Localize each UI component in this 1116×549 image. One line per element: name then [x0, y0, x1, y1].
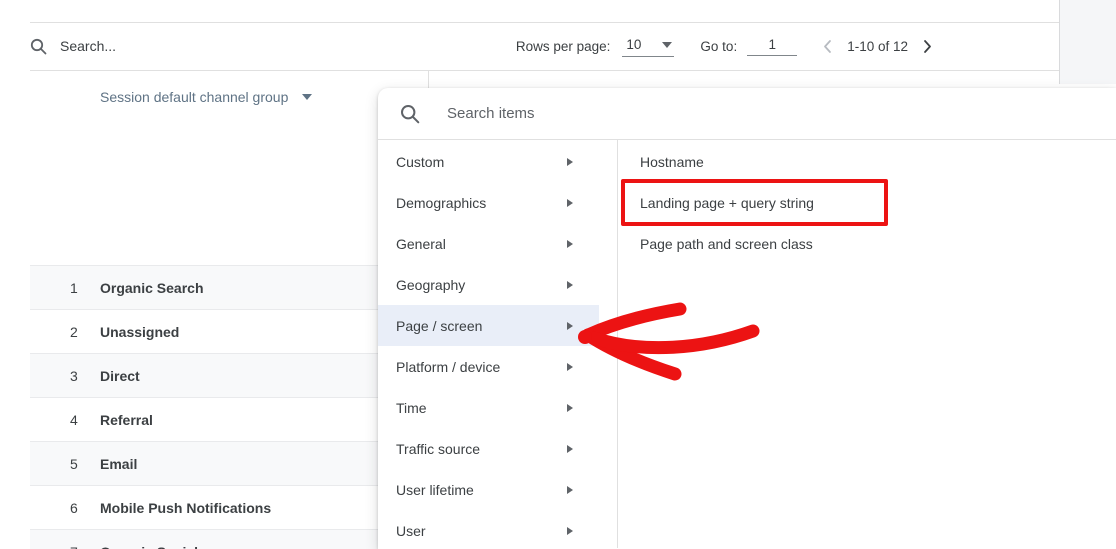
dimension-item-hostname[interactable]: Hostname	[618, 141, 1116, 182]
channel-name: Organic Social	[100, 544, 198, 549]
category-label: User lifetime	[396, 481, 474, 498]
pagination: Rows per page: 10 Go to: 1-10 of 12	[516, 22, 940, 70]
dimension-item-label: Page path and screen class	[640, 235, 813, 252]
category-general[interactable]: General	[378, 223, 599, 264]
category-geography[interactable]: Geography	[378, 264, 599, 305]
table-row: 6 Mobile Push Notifications	[30, 485, 378, 529]
category-time[interactable]: Time	[378, 387, 599, 428]
rows-per-page-select[interactable]: 10	[622, 35, 675, 57]
table-row: 1 Organic Search	[30, 265, 378, 309]
category-platform-device[interactable]: Platform / device	[378, 346, 599, 387]
dimension-picker-body: Custom Demographics General Geography Pa…	[378, 140, 1116, 548]
category-label: Demographics	[396, 194, 487, 211]
channel-name: Unassigned	[100, 323, 180, 340]
dimension-picker-panel: Custom Demographics General Geography Pa…	[378, 88, 1116, 549]
column-divider	[428, 70, 429, 89]
dimension-search[interactable]	[378, 88, 1116, 140]
category-label: Time	[396, 399, 427, 416]
channel-name: Mobile Push Notifications	[100, 499, 272, 516]
row-index: 4	[70, 411, 78, 428]
search-icon	[401, 104, 420, 123]
row-index: 1	[70, 279, 78, 296]
row-index: 6	[70, 499, 78, 516]
chevron-down-icon	[662, 41, 673, 48]
channel-name: Referral	[100, 411, 153, 428]
table-row: 4 Referral	[30, 397, 378, 441]
category-user-lifetime[interactable]: User lifetime	[378, 469, 599, 510]
category-label: Custom	[396, 153, 445, 170]
dimension-item-page-path-screen-class[interactable]: Page path and screen class	[618, 223, 1116, 264]
table-search-input[interactable]	[60, 38, 280, 54]
submenu-arrow-icon	[567, 362, 573, 371]
submenu-arrow-icon	[567, 280, 573, 289]
channel-name: Direct	[100, 367, 140, 384]
dimension-item-column: Hostname Landing page + query string Pag…	[618, 140, 1116, 548]
category-label: User	[396, 522, 426, 539]
table-row: 3 Direct	[30, 353, 378, 397]
dimension-search-input[interactable]	[447, 105, 1116, 122]
rows-per-page-label: Rows per page:	[515, 38, 611, 54]
dimension-item-label: Hostname	[640, 153, 704, 170]
goto-label: Go to:	[700, 38, 738, 54]
header-divider	[30, 70, 1059, 71]
chevron-down-icon	[302, 94, 313, 100]
submenu-arrow-icon	[567, 403, 573, 412]
rows-per-page-value: 10	[626, 37, 642, 52]
row-index: 3	[70, 367, 78, 384]
category-column: Custom Demographics General Geography Pa…	[378, 140, 618, 548]
submenu-arrow-icon	[567, 198, 573, 207]
channel-name: Organic Search	[100, 279, 204, 296]
ga-table-dimension-picker: Rows per page: 10 Go to: 1-10 of 12	[0, 0, 1116, 549]
submenu-arrow-icon	[567, 157, 573, 166]
table-toolbar: Rows per page: 10 Go to: 1-10 of 12	[30, 22, 1059, 70]
submenu-arrow-icon	[567, 526, 573, 535]
dimension-header-label: Session default channel group	[100, 89, 289, 105]
dimension-header-dropdown[interactable]: Session default channel group	[100, 89, 313, 105]
chevron-right-icon	[924, 39, 931, 53]
row-index: 2	[70, 323, 78, 340]
category-demographics[interactable]: Demographics	[378, 182, 599, 223]
search-icon	[30, 38, 47, 54]
table-right-gutter	[1059, 0, 1116, 84]
channel-table: 1 Organic Search 2 Unassigned 3 Direct 4…	[30, 265, 378, 549]
category-custom[interactable]: Custom	[378, 141, 599, 182]
category-user[interactable]: User	[378, 510, 599, 549]
dimension-item-landing-page-query-string[interactable]: Landing page + query string	[618, 182, 1116, 223]
prev-page-button[interactable]	[815, 34, 839, 58]
category-label: General	[396, 235, 446, 252]
submenu-arrow-icon	[567, 444, 573, 453]
row-index: 5	[70, 455, 78, 472]
next-page-button[interactable]	[916, 34, 940, 58]
dimension-item-label: Landing page + query string	[640, 194, 814, 211]
category-label: Page / screen	[396, 317, 483, 334]
submenu-arrow-icon	[567, 239, 573, 248]
category-label: Geography	[396, 276, 466, 293]
submenu-arrow-icon	[567, 321, 573, 330]
chevron-left-icon	[824, 39, 832, 53]
channel-name: Email	[100, 455, 138, 472]
goto-page-input[interactable]	[747, 36, 798, 56]
category-traffic-source[interactable]: Traffic source	[378, 428, 599, 469]
table-search[interactable]	[30, 22, 280, 70]
table-row: 7 Organic Social	[30, 529, 378, 549]
submenu-arrow-icon	[567, 485, 573, 494]
table-row: 2 Unassigned	[30, 309, 378, 353]
category-page-screen[interactable]: Page / screen	[378, 305, 599, 346]
row-index: 7	[70, 544, 98, 549]
table-row: 5 Email	[30, 441, 378, 485]
category-label: Traffic source	[396, 440, 481, 457]
category-label: Platform / device	[396, 358, 501, 375]
pagination-range: 1-10 of 12	[847, 38, 908, 54]
